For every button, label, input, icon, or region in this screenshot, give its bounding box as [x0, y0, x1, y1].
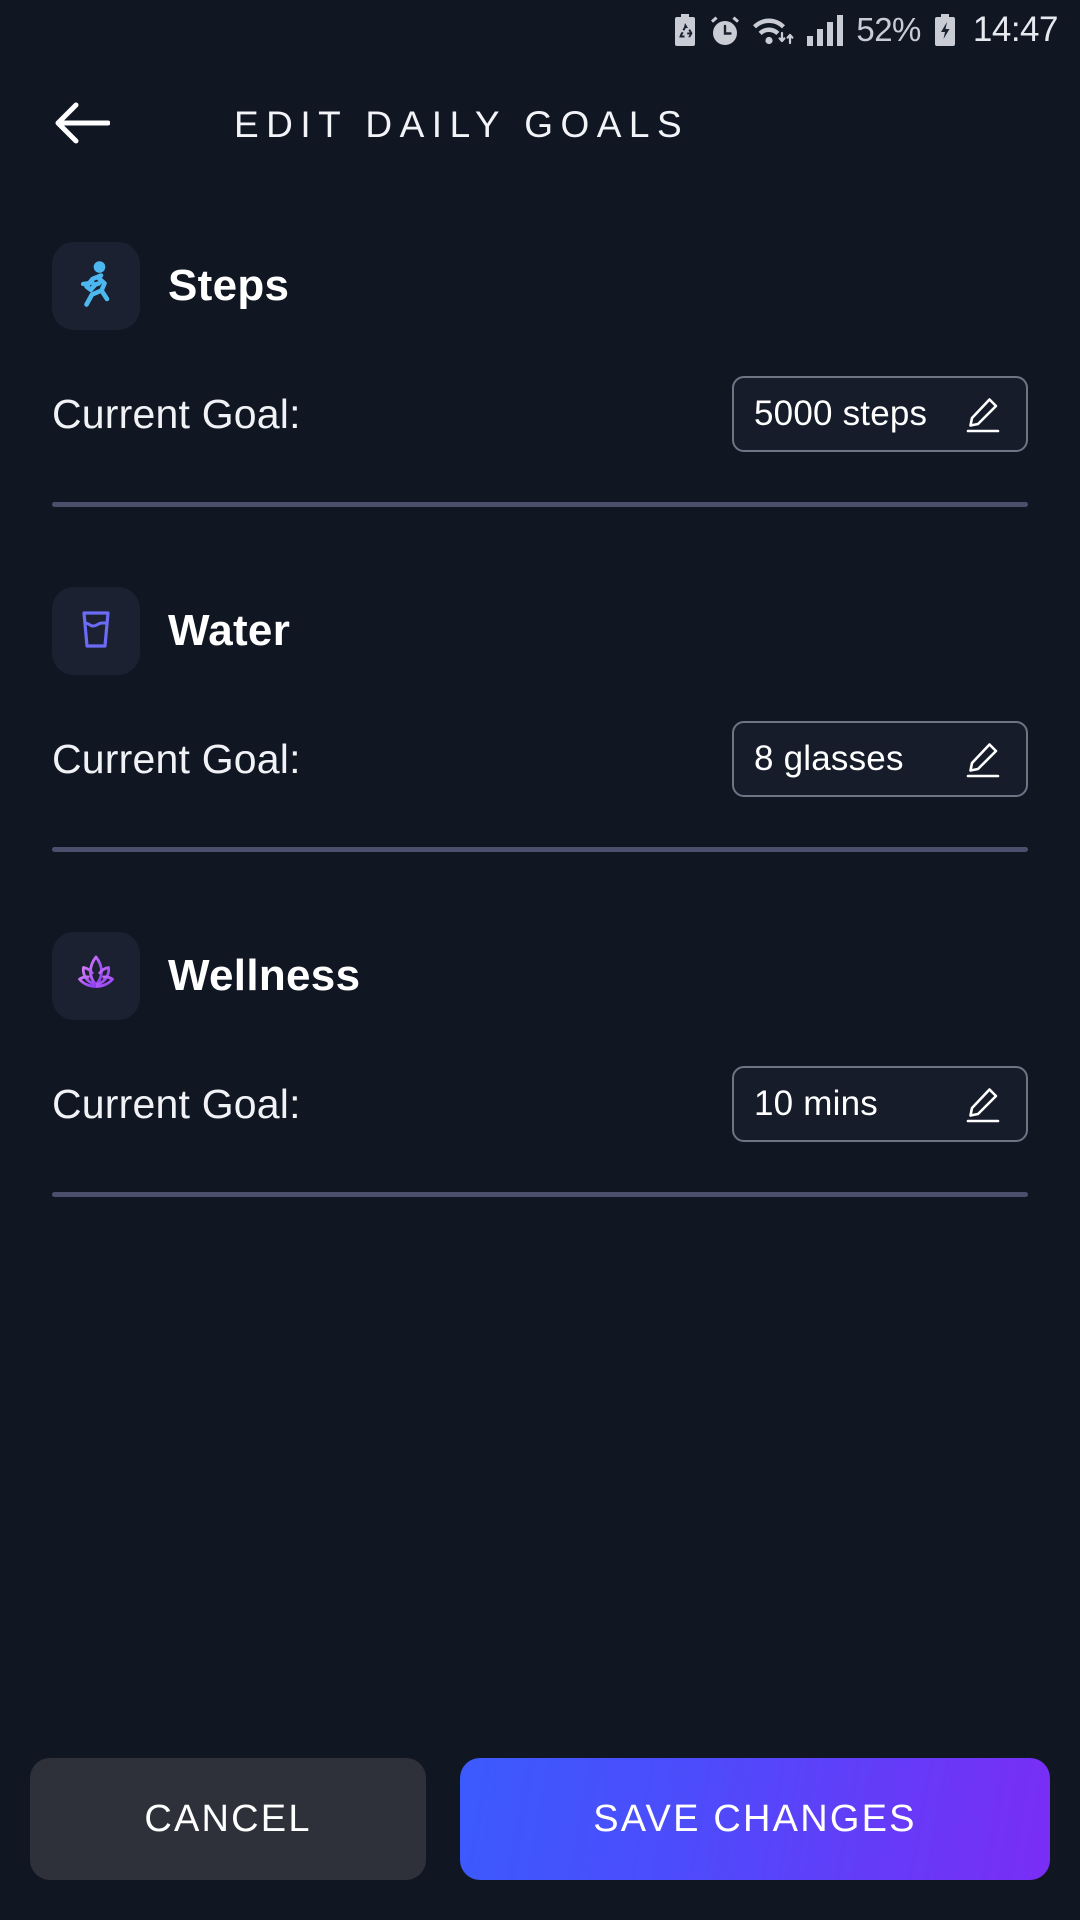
- water-glass-icon: [71, 604, 121, 659]
- goal-row-steps: Current Goal: 5000 steps: [52, 376, 1028, 452]
- goal-header-steps: Steps: [52, 242, 1028, 330]
- goal-icon-tile-water: [52, 587, 140, 675]
- goal-icon-tile-wellness: [52, 932, 140, 1020]
- alarm-icon: [709, 14, 741, 47]
- goal-title-steps: Steps: [168, 261, 290, 310]
- goal-value-steps: 5000 steps: [754, 394, 928, 433]
- wifi-icon: [752, 13, 796, 47]
- save-changes-button[interactable]: SAVE CHANGES: [460, 1758, 1050, 1880]
- charging-battery-icon: [932, 13, 958, 47]
- battery-percentage: 52%: [856, 11, 921, 48]
- cellular-signal-icon: [807, 14, 845, 46]
- goal-section-wellness: Wellness Current Goal: 10 mins: [52, 932, 1028, 1197]
- goal-title-water: Water: [168, 606, 291, 655]
- goals-list: Steps Current Goal: 5000 steps Water Cur…: [0, 242, 1080, 1197]
- goal-section-water: Water Current Goal: 8 glasses: [52, 587, 1028, 852]
- goal-section-steps: Steps Current Goal: 5000 steps: [52, 242, 1028, 507]
- lotus-flower-icon: [69, 947, 123, 1006]
- pencil-icon[interactable]: [962, 393, 1004, 435]
- goal-header-wellness: Wellness: [52, 932, 1028, 1020]
- section-divider: [52, 502, 1028, 507]
- goal-input-steps[interactable]: 5000 steps: [732, 376, 1028, 452]
- app-header: EDIT DAILY GOALS: [0, 60, 1080, 190]
- goal-value-wellness: 10 mins: [754, 1084, 878, 1123]
- current-goal-label-steps: Current Goal:: [52, 390, 301, 437]
- power-save-battery-icon: [672, 13, 698, 47]
- clock-time: 14:47: [972, 10, 1059, 49]
- goal-row-wellness: Current Goal: 10 mins: [52, 1066, 1028, 1142]
- current-goal-label-water: Current Goal:: [52, 735, 301, 782]
- back-button[interactable]: [50, 93, 114, 157]
- goal-icon-tile-steps: [52, 242, 140, 330]
- cancel-button[interactable]: CANCEL: [30, 1758, 426, 1880]
- goal-title-wellness: Wellness: [168, 951, 361, 1000]
- goal-header-water: Water: [52, 587, 1028, 675]
- section-divider: [52, 1192, 1028, 1197]
- pencil-icon[interactable]: [962, 738, 1004, 780]
- current-goal-label-wellness: Current Goal:: [52, 1080, 301, 1127]
- goal-row-water: Current Goal: 8 glasses: [52, 721, 1028, 797]
- goal-input-wellness[interactable]: 10 mins: [732, 1066, 1028, 1142]
- back-arrow-icon: [54, 101, 111, 150]
- pencil-icon[interactable]: [962, 1083, 1004, 1125]
- running-person-icon: [70, 258, 122, 315]
- action-bar: CANCEL SAVE CHANGES: [0, 1758, 1080, 1880]
- goal-input-water[interactable]: 8 glasses: [732, 721, 1028, 797]
- status-bar: 52% 14:47: [0, 0, 1080, 60]
- section-divider: [52, 847, 1028, 852]
- page-title: EDIT DAILY GOALS: [234, 104, 690, 145]
- goal-value-water: 8 glasses: [754, 739, 904, 778]
